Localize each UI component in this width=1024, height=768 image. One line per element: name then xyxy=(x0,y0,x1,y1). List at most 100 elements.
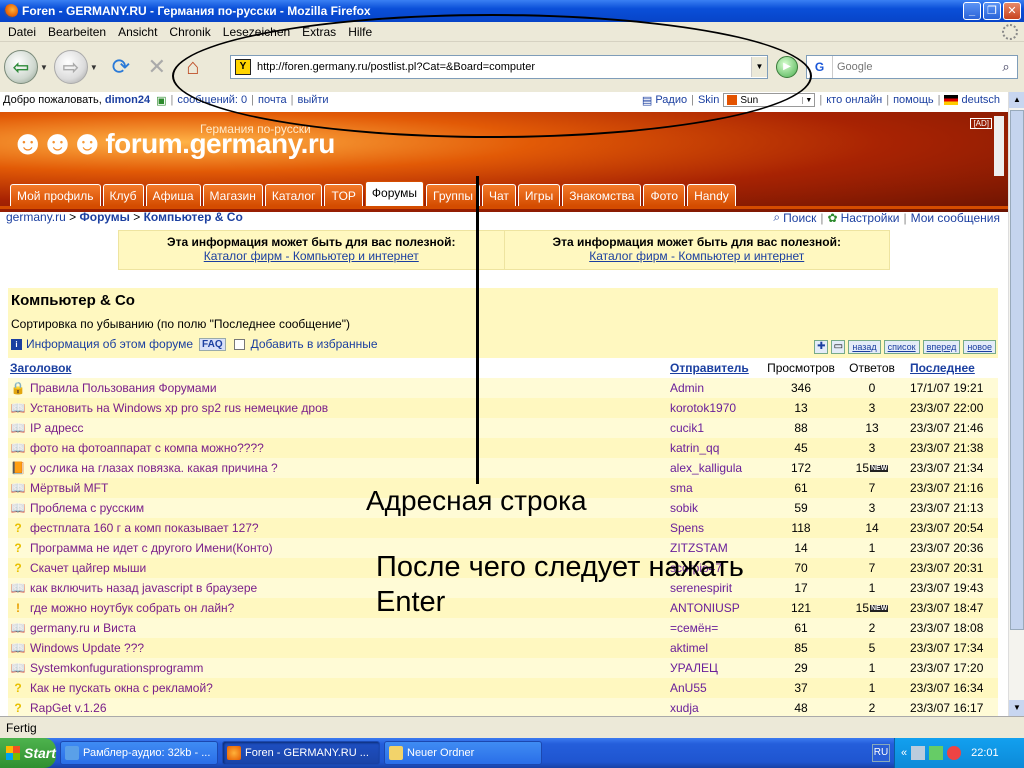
thread-sender-link[interactable]: Spens xyxy=(670,521,704,535)
tab-13[interactable]: Handy xyxy=(687,184,736,206)
thread-sender-link[interactable]: =семён= xyxy=(670,621,718,635)
breadcrumb-root[interactable]: germany.ru xyxy=(6,210,66,224)
tab-6[interactable]: TOP xyxy=(324,184,363,206)
thread-title-link[interactable]: Правила Пользования Форумами xyxy=(30,381,217,395)
add-favorite-link[interactable]: Добавить в избранные xyxy=(251,337,378,351)
info-link[interactable]: Каталог фирм - Компьютер и интернет xyxy=(589,249,804,263)
new-thread-plus-icon[interactable]: ✚ xyxy=(814,340,829,354)
list-button[interactable]: список xyxy=(883,340,920,354)
faq-button[interactable]: FAQ xyxy=(199,337,226,351)
info-cell: Эта информация может быть для вас полезн… xyxy=(119,231,504,269)
thread-sender-link[interactable]: xudja xyxy=(670,701,699,715)
language-link[interactable]: deutsch xyxy=(961,94,1000,106)
thread-sender-link[interactable]: cucik1 xyxy=(670,421,704,435)
thread-title-link[interactable]: Мёртвый MFT xyxy=(30,481,108,495)
breadcrumb-forums[interactable]: Форумы xyxy=(80,210,130,224)
tab-10[interactable]: Игры xyxy=(517,184,561,206)
tab-3[interactable]: Афиша xyxy=(145,184,201,206)
tab-12[interactable]: Фото xyxy=(643,184,686,206)
thread-title-link[interactable]: Программа не идет с другого Имени(Конто) xyxy=(30,541,273,555)
tab-1[interactable]: Мой профиль xyxy=(10,184,101,206)
who-online-link[interactable]: кто онлайн xyxy=(826,94,882,106)
thread-views: 17 xyxy=(760,578,842,598)
my-messages-link[interactable]: Мои сообщения xyxy=(911,211,1000,225)
back-page-button[interactable]: назад xyxy=(848,340,881,354)
tray-expand-icon[interactable]: « xyxy=(901,747,907,759)
thread-title-link[interactable]: germany.ru и Виста xyxy=(30,621,136,635)
minimize-button[interactable]: _ xyxy=(963,2,981,20)
back-button[interactable]: ⇦ xyxy=(4,50,38,84)
tab-5[interactable]: Каталог xyxy=(264,184,323,206)
maximize-button[interactable]: ❐ xyxy=(983,2,1001,20)
search-link[interactable]: Поиск xyxy=(783,211,816,225)
scroll-down-arrow[interactable]: ▼ xyxy=(1009,700,1024,716)
scroll-up-arrow[interactable]: ▲ xyxy=(1009,92,1024,108)
forward-page-button[interactable]: вперед xyxy=(922,340,961,354)
thread-title-link[interactable]: Как не пускать окна с рекламой? xyxy=(30,681,213,695)
username-link[interactable]: dimon24 xyxy=(105,94,150,106)
help-link[interactable]: помощь xyxy=(893,94,934,106)
antivirus-icon[interactable] xyxy=(947,746,962,760)
settings-link[interactable]: Настройки xyxy=(841,211,900,225)
thread-sender-link[interactable]: aktimel xyxy=(670,641,708,655)
forum-info-link[interactable]: Информация об этом форуме xyxy=(26,337,193,351)
tab-2[interactable]: Клуб xyxy=(102,184,144,206)
forward-button[interactable]: ⇨ xyxy=(53,50,88,84)
taskbar-item-folder[interactable]: Neuer Ordner xyxy=(384,741,542,765)
thread-title-link[interactable]: у ослика на глазах повязка. какая причин… xyxy=(30,461,278,475)
thread-sender-link[interactable]: УРАЛЕЦ xyxy=(670,661,718,675)
info-link[interactable]: Каталог фирм - Компьютер и интернет xyxy=(204,249,419,263)
close-button[interactable]: ✕ xyxy=(1003,2,1021,20)
thread-sender-link[interactable]: korotok1970 xyxy=(670,401,736,415)
thread-title-link[interactable]: IP адресс xyxy=(30,421,83,435)
thread-sender-link[interactable]: sma xyxy=(670,481,693,495)
column-title[interactable]: Заголовок xyxy=(8,358,668,378)
thread-title-link[interactable]: Скачет цайгер мыши xyxy=(30,561,146,575)
search-input[interactable] xyxy=(833,61,995,73)
profile-icon[interactable]: ▣ xyxy=(156,94,166,107)
tab-9[interactable]: Чат xyxy=(481,184,516,206)
taskbar-item-firefox[interactable]: Foren - GERMANY.RU ... xyxy=(222,741,380,765)
thread-title-link[interactable]: RapGet v.1.26 xyxy=(30,701,107,715)
menu-ansicht[interactable]: Ansicht xyxy=(112,25,163,39)
tab-8[interactable]: Группы xyxy=(426,184,480,206)
language-indicator[interactable]: RU xyxy=(872,744,890,762)
volume-icon[interactable] xyxy=(911,746,926,760)
ad-scrollbar[interactable] xyxy=(994,116,1004,176)
column-sender[interactable]: Отправитель xyxy=(668,358,760,378)
taskbar-item-rambler[interactable]: Рамблер-аудио: 32kb - ... xyxy=(60,741,218,765)
column-last[interactable]: Последнее xyxy=(902,358,998,378)
page-scrollbar[interactable]: ▲ ▼ xyxy=(1008,92,1024,716)
new-topic-button[interactable]: новое xyxy=(963,340,996,354)
thread-title-link[interactable]: Установить на Windows xp pro sp2 rus нем… xyxy=(30,401,328,415)
back-history-dropdown[interactable]: ▼ xyxy=(40,63,48,72)
thread-title-link[interactable]: фестплата 160 г а комп показывает 127? xyxy=(30,521,259,535)
menu-datei[interactable]: Datei xyxy=(2,25,42,39)
forward-history-dropdown[interactable]: ▼ xyxy=(90,63,98,72)
thread-title-link[interactable]: Windows Update ??? xyxy=(30,641,144,655)
thread-title-link[interactable]: Systemkonfugurationsprogramm xyxy=(30,661,203,675)
thread-title-link[interactable]: как включить назад javascript в браузере xyxy=(30,581,257,595)
start-button[interactable]: Start xyxy=(0,738,56,768)
scroll-thumb[interactable] xyxy=(1010,110,1024,630)
thread-title-link[interactable]: фото на фотоаппарат с компа можно???? xyxy=(30,441,264,455)
thread-sender-link[interactable]: katrin_qq xyxy=(670,441,719,455)
menu-bearbeiten[interactable]: Bearbeiten xyxy=(42,25,112,39)
tab-7[interactable]: Форумы xyxy=(364,181,424,206)
thread-title-link[interactable]: Проблема с русским xyxy=(30,501,144,515)
stop-button[interactable]: ✕ xyxy=(142,52,172,82)
thread-sender-link[interactable]: sobik xyxy=(670,501,698,515)
print-icon[interactable]: ▭ xyxy=(831,340,846,354)
ad-label[interactable]: [AD] xyxy=(970,118,992,129)
menu-chronik[interactable]: Chronik xyxy=(163,25,216,39)
thread-title-link[interactable]: где можно ноутбук собрать он лайн? xyxy=(30,601,234,615)
search-icon[interactable]: ⌕ xyxy=(995,59,1017,75)
favorite-checkbox[interactable] xyxy=(233,338,245,350)
reload-button[interactable]: ⟳ xyxy=(106,52,136,82)
tab-11[interactable]: Знакомства xyxy=(562,184,642,206)
thread-sender-link[interactable]: alex_kalligula xyxy=(670,461,742,475)
thread-sender-link[interactable]: AnU55 xyxy=(670,681,707,695)
network-icon[interactable] xyxy=(929,746,944,760)
thread-sender-link[interactable]: Admin xyxy=(670,381,704,395)
tab-4[interactable]: Магазин xyxy=(202,184,263,206)
